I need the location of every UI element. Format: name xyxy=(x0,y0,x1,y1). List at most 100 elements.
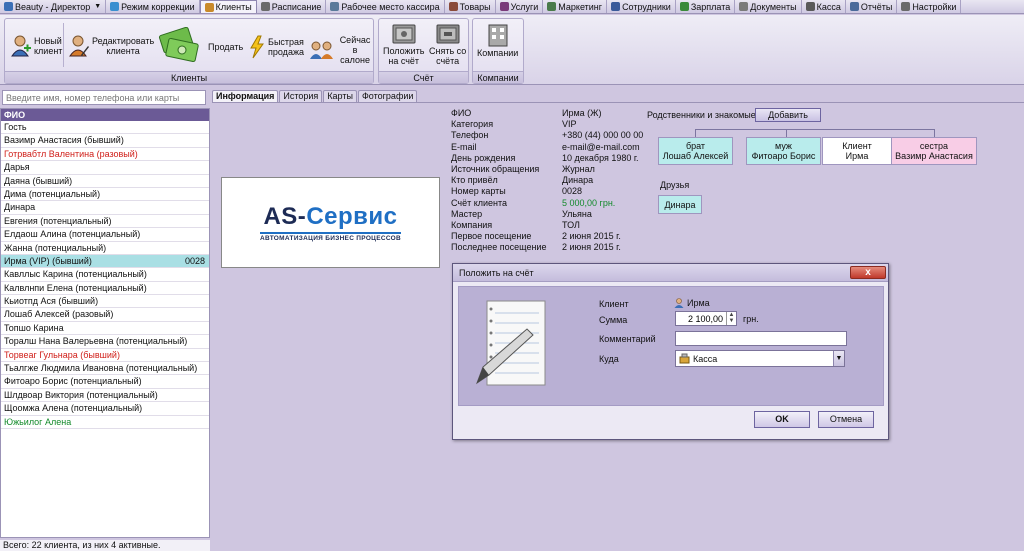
relative-card[interactable]: Клиент Ирма xyxy=(822,137,892,165)
relative-card[interactable]: сестра Вазимр Анастасия xyxy=(891,137,977,165)
list-header[interactable]: ФИО xyxy=(1,109,209,121)
list-item[interactable]: Щоомжа Алена (потенциальный) xyxy=(1,402,209,416)
deposit-button[interactable]: Положить на счёт xyxy=(383,23,424,66)
client-name: Южьилог Алена xyxy=(4,416,72,427)
list-item[interactable]: Фитоаро Борис (потенциальный) xyxy=(1,375,209,389)
info-value: 2 июня 2015 г. xyxy=(562,231,621,242)
in-salon-button[interactable]: Сейчас в салоне xyxy=(309,35,373,65)
sell-button[interactable]: Продать xyxy=(157,27,243,67)
tab-cards[interactable]: Карты xyxy=(323,90,357,102)
top-tab-calendar[interactable]: Расписание xyxy=(257,0,327,13)
client-name: Дима (потенциальный) xyxy=(4,188,101,199)
top-tab-home[interactable]: Beauty - Директор ▼ xyxy=(0,0,107,13)
list-item[interactable]: Южьилог Алена xyxy=(1,416,209,429)
top-tab-salary[interactable]: Зарплата xyxy=(676,0,736,13)
edit-client-button[interactable]: Редактировать клиента xyxy=(69,35,154,57)
top-tab-reports[interactable]: Отчёты xyxy=(846,0,898,13)
relative-card-text: брат Лошаб Алексей xyxy=(663,141,729,161)
client-name: Ирма xyxy=(687,298,710,308)
list-item[interactable]: Елдаош Алина (потенциальный) xyxy=(1,228,209,242)
chevron-down-icon[interactable]: ▼ xyxy=(94,3,101,10)
list-item[interactable]: Торалш Нана Валерьевна (потенциальный) xyxy=(1,335,209,349)
list-item[interactable]: Дарья xyxy=(1,161,209,175)
tab-photos[interactable]: Фотографии xyxy=(357,90,418,102)
companies-button[interactable]: Компании xyxy=(477,23,518,58)
tab-history[interactable]: История xyxy=(279,90,323,102)
info-value: ТОЛ xyxy=(562,220,580,230)
add-relative-button[interactable]: Добавить xyxy=(755,108,821,122)
info-value: +380 (44) 000 00 00 xyxy=(562,130,644,141)
info-value: Журнал xyxy=(562,164,595,174)
client-name: Шлдвоар Виктория (потенциальный) xyxy=(4,389,158,400)
list-item[interactable]: Торвеаг Гульнара (бывший) xyxy=(1,349,209,363)
relative-card[interactable]: муж Фитоаро Борис xyxy=(746,137,821,165)
top-tab-cash-register[interactable]: Касса xyxy=(802,0,846,13)
relative-role: муж xyxy=(775,141,792,151)
client-name: Дарья xyxy=(4,162,30,173)
top-tab-user[interactable]: Клиенты xyxy=(199,0,257,13)
friend-card[interactable]: Динара xyxy=(658,195,702,214)
comment-input[interactable] xyxy=(675,331,847,346)
top-tab-documents[interactable]: Документы xyxy=(735,0,802,13)
list-item[interactable]: Калвлнпи Елена (потенциальный) xyxy=(1,282,209,296)
new-client-button[interactable]: Новый клиент xyxy=(11,35,62,57)
user-icon xyxy=(674,298,684,308)
where-select[interactable]: Касса ▼ xyxy=(675,350,845,367)
client-name: Торалш Нана Валерьевна (потенциальный) xyxy=(4,336,188,347)
relative-card-text: сестра Вазимр Анастасия xyxy=(895,141,973,161)
list-item[interactable]: Кьиотпд Ася (бывший) xyxy=(1,295,209,309)
top-tab-tools[interactable]: Настройки xyxy=(897,0,962,13)
search-input[interactable] xyxy=(2,90,206,105)
companies-group: Компании Компании xyxy=(472,18,524,84)
building-icon xyxy=(488,24,508,47)
ok-button[interactable]: OK xyxy=(754,411,810,428)
list-item[interactable]: Динара xyxy=(1,201,209,215)
withdraw-label: Снять со счёта xyxy=(429,46,467,66)
goods-icon xyxy=(448,2,458,11)
top-tab-employees[interactable]: Сотрудники xyxy=(607,0,676,13)
top-tab-eye[interactable]: Режим коррекции xyxy=(106,0,200,13)
edit-user-icon xyxy=(69,35,89,57)
info-label: День рождения xyxy=(451,152,516,163)
list-item[interactable]: Жанна (потенциальный) xyxy=(1,242,209,255)
list-item[interactable]: Евгения (потенциальный) xyxy=(1,215,209,229)
info-label: Мастер xyxy=(451,208,483,219)
withdraw-button[interactable]: Снять со счёта xyxy=(429,23,466,66)
ribbon: Новый клиент Редактировать клиента Прода… xyxy=(0,15,1024,85)
list-item[interactable]: Тьалгже Людмила Ивановна (потенциальный) xyxy=(1,362,209,376)
list-item[interactable]: Шлдвоар Виктория (потенциальный) xyxy=(1,389,209,403)
cancel-button[interactable]: Отмена xyxy=(818,411,874,428)
comment-label: Комментарий xyxy=(599,334,656,344)
lightning-icon xyxy=(250,35,264,59)
sum-stepper[interactable]: ▲ ▼ xyxy=(726,312,736,325)
relative-name: Ирма xyxy=(845,151,869,161)
list-rows: Гость Вазимр Анастасия (бывший) Готрвабтл … xyxy=(1,121,209,429)
salary-icon xyxy=(679,2,689,11)
top-tab-cashier[interactable]: Рабочее место кассира xyxy=(326,0,445,13)
list-item[interactable]: Даяна (бывший) xyxy=(1,175,209,188)
top-tab-label: Документы xyxy=(750,1,797,12)
top-tab-services[interactable]: Услуги xyxy=(496,0,544,13)
list-item[interactable]: Гость xyxy=(1,121,209,135)
cashier-icon xyxy=(330,2,340,11)
close-button[interactable]: x xyxy=(850,266,886,279)
top-tab-marketing[interactable]: Маркетинг xyxy=(543,0,608,13)
list-item[interactable]: Готрвабтл Валентина (разовый) xyxy=(1,148,209,162)
list-item[interactable]: Вазимр Анастасия (бывший) xyxy=(1,134,209,148)
relatives-tree-line xyxy=(695,129,935,130)
list-item[interactable]: Лошаб Алексей (разовый) xyxy=(1,308,209,322)
list-item[interactable]: Кавллыс Карина (потенциальный) xyxy=(1,268,209,282)
tab-info[interactable]: Информация xyxy=(212,90,279,102)
top-tab-label: Сотрудники xyxy=(622,1,671,12)
list-item[interactable]: Дима (потенциальный) xyxy=(1,188,209,202)
relative-card[interactable]: брат Лошаб Алексей xyxy=(658,137,733,165)
new-client-label: Новый клиент xyxy=(34,36,63,56)
dialog-title: Положить на счёт xyxy=(453,264,888,282)
list-item[interactable]: Топшо Карина xyxy=(1,322,209,336)
chevron-down-icon[interactable]: ▼ xyxy=(833,351,844,366)
list-item[interactable]: Ирма (VIP) (бывший) 0028 xyxy=(1,254,209,269)
quick-sale-button[interactable]: Быстрая продажа xyxy=(249,35,304,59)
client-name: Кьиотпд Ася (бывший) xyxy=(4,296,99,307)
top-tab-goods[interactable]: Товары xyxy=(445,0,496,13)
top-tab-label: Маркетинг xyxy=(558,1,603,12)
